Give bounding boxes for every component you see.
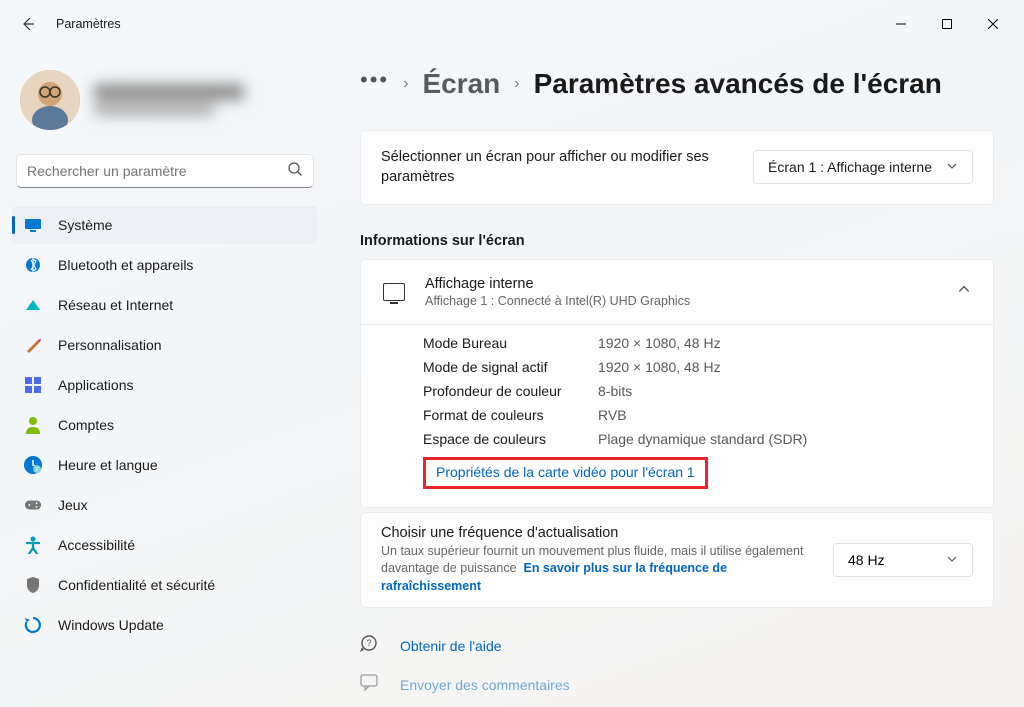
sidebar-item-gaming[interactable]: Jeux bbox=[12, 486, 318, 524]
personalization-icon bbox=[24, 336, 42, 354]
info-value: 1920 × 1080, 48 Hz bbox=[598, 335, 721, 351]
display-info-header[interactable]: Affichage interne Affichage 1 : Connecté… bbox=[361, 260, 993, 324]
close-button[interactable] bbox=[970, 8, 1016, 40]
display-selector-card: Sélectionner un écran pour afficher ou m… bbox=[360, 130, 994, 205]
info-value: RVB bbox=[598, 407, 627, 423]
sidebar-item-label: Personnalisation bbox=[58, 337, 162, 353]
sidebar-item-label: Windows Update bbox=[58, 617, 164, 633]
help-icon: ? bbox=[360, 634, 378, 657]
search-input[interactable] bbox=[27, 163, 287, 179]
get-help-link[interactable]: ? Obtenir de l'aide bbox=[360, 634, 994, 657]
feedback-icon bbox=[360, 673, 378, 696]
search-box[interactable] bbox=[16, 154, 314, 188]
sidebar-item-label: Applications bbox=[58, 377, 134, 393]
window-title: Paramètres bbox=[56, 17, 121, 31]
info-row: Mode de signal actif1920 × 1080, 48 Hz bbox=[423, 355, 971, 379]
refresh-rate-dropdown[interactable]: 48 Hz bbox=[833, 543, 973, 577]
update-icon bbox=[24, 616, 42, 634]
maximize-button[interactable] bbox=[924, 8, 970, 40]
info-value: 1920 × 1080, 48 Hz bbox=[598, 359, 721, 375]
chevron-up-icon bbox=[957, 282, 971, 301]
display-selector-label: Sélectionner un écran pour afficher ou m… bbox=[381, 147, 733, 188]
accounts-icon bbox=[24, 416, 42, 434]
info-key: Format de couleurs bbox=[423, 407, 598, 423]
bluetooth-icon bbox=[24, 256, 42, 274]
back-button[interactable] bbox=[8, 4, 48, 44]
sidebar-item-privacy[interactable]: Confidentialité et sécurité bbox=[12, 566, 318, 604]
sidebar-item-label: Bluetooth et appareils bbox=[58, 257, 193, 273]
chevron-right-icon: › bbox=[514, 75, 519, 93]
user-profile[interactable] bbox=[12, 56, 318, 154]
chevron-right-icon: › bbox=[403, 75, 408, 93]
sidebar-item-update[interactable]: Windows Update bbox=[12, 606, 318, 644]
sidebar-item-label: Comptes bbox=[58, 417, 114, 433]
apps-icon bbox=[24, 376, 42, 394]
accessibility-icon bbox=[24, 536, 42, 554]
svg-text:?: ? bbox=[366, 638, 371, 648]
breadcrumb: ••• › Écran › Paramètres avancés de l'éc… bbox=[360, 56, 994, 112]
info-key: Espace de couleurs bbox=[423, 431, 598, 447]
sidebar-item-time[interactable]: 文 Heure et langue bbox=[12, 446, 318, 484]
info-key: Profondeur de couleur bbox=[423, 383, 598, 399]
refresh-rate-card: Choisir une fréquence d'actualisation Un… bbox=[360, 512, 994, 609]
sidebar-item-accessibility[interactable]: Accessibilité bbox=[12, 526, 318, 564]
sidebar-item-label: Réseau et Internet bbox=[58, 297, 173, 313]
breadcrumb-more-icon[interactable]: ••• bbox=[360, 67, 389, 101]
time-icon: 文 bbox=[24, 456, 42, 474]
user-info bbox=[94, 84, 244, 116]
send-feedback-link[interactable]: Envoyer des commentaires bbox=[360, 673, 994, 696]
refresh-rate-title: Choisir une fréquence d'actualisation bbox=[381, 525, 813, 541]
info-key: Mode de signal actif bbox=[423, 359, 598, 375]
network-icon bbox=[24, 296, 42, 314]
info-key: Mode Bureau bbox=[423, 335, 598, 351]
search-icon bbox=[287, 161, 303, 182]
section-title: Informations sur l'écran bbox=[360, 233, 994, 249]
info-row: Espace de couleursPlage dynamique standa… bbox=[423, 427, 971, 451]
sidebar-item-label: Heure et langue bbox=[58, 457, 158, 473]
info-row: Profondeur de couleur8-bits bbox=[423, 379, 971, 403]
info-row: Format de couleursRVB bbox=[423, 403, 971, 427]
system-icon bbox=[24, 216, 42, 234]
info-value: 8-bits bbox=[598, 383, 632, 399]
refresh-rate-subtitle: Un taux supérieur fournit un mouvement p… bbox=[381, 543, 813, 596]
info-value: Plage dynamique standard (SDR) bbox=[598, 431, 807, 447]
gaming-icon bbox=[24, 496, 42, 514]
sidebar-item-label: Confidentialité et sécurité bbox=[58, 577, 215, 593]
sidebar-item-system[interactable]: Système bbox=[12, 206, 318, 244]
minimize-button[interactable] bbox=[878, 8, 924, 40]
sidebar-item-label: Système bbox=[58, 217, 112, 233]
sidebar-item-label: Jeux bbox=[58, 497, 88, 513]
sidebar-item-apps[interactable]: Applications bbox=[12, 366, 318, 404]
arrow-left-icon bbox=[20, 16, 36, 32]
info-row: Mode Bureau1920 × 1080, 48 Hz bbox=[423, 331, 971, 355]
sidebar-item-personalization[interactable]: Personnalisation bbox=[12, 326, 318, 364]
privacy-icon bbox=[24, 576, 42, 594]
chevron-down-icon bbox=[946, 552, 958, 568]
display-selector-dropdown[interactable]: Écran 1 : Affichage interne bbox=[753, 150, 973, 184]
sidebar-item-network[interactable]: Réseau et Internet bbox=[12, 286, 318, 324]
chevron-down-icon bbox=[946, 159, 958, 175]
breadcrumb-current: Paramètres avancés de l'écran bbox=[534, 68, 942, 100]
display-info-card: Affichage interne Affichage 1 : Connecté… bbox=[360, 259, 994, 508]
sidebar-item-accounts[interactable]: Comptes bbox=[12, 406, 318, 444]
dropdown-value: 48 Hz bbox=[848, 552, 885, 568]
avatar bbox=[20, 70, 80, 130]
breadcrumb-parent[interactable]: Écran bbox=[422, 68, 500, 100]
display-icon bbox=[383, 283, 405, 301]
svg-text:文: 文 bbox=[34, 466, 39, 473]
sidebar-item-label: Accessibilité bbox=[58, 537, 135, 553]
adapter-properties-link[interactable]: Propriétés de la carte vidéo pour l'écra… bbox=[436, 464, 695, 480]
sidebar-item-bluetooth[interactable]: Bluetooth et appareils bbox=[12, 246, 318, 284]
adapter-properties-highlight: Propriétés de la carte vidéo pour l'écra… bbox=[423, 457, 708, 489]
display-info-title: Affichage interne bbox=[425, 276, 937, 292]
display-info-subtitle: Affichage 1 : Connecté à Intel(R) UHD Gr… bbox=[425, 294, 937, 308]
dropdown-value: Écran 1 : Affichage interne bbox=[768, 159, 932, 175]
